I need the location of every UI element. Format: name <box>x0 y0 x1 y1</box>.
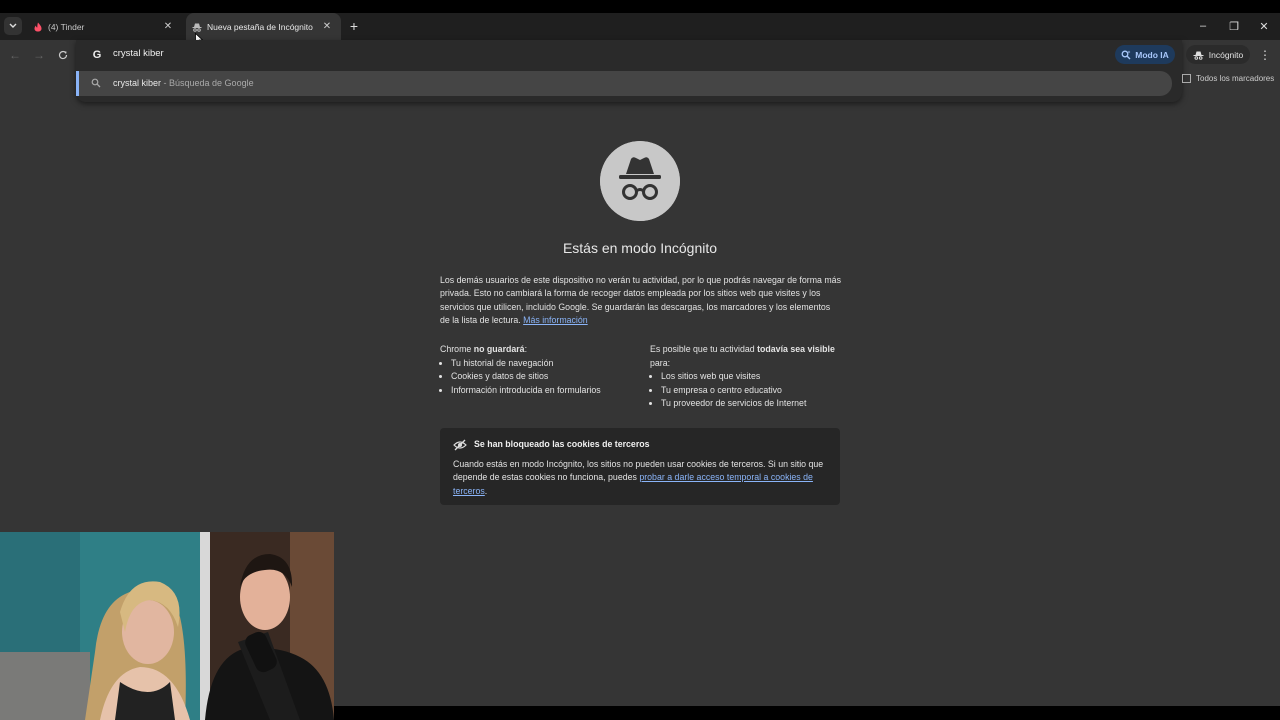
heading-suffix: para: <box>650 357 671 368</box>
tab-incognito[interactable]: Nueva pestaña de Incógnito ✕ <box>186 13 341 40</box>
new-tab-button[interactable]: + <box>346 18 362 34</box>
not-saved-heading: Chrome no guardará: <box>440 343 640 357</box>
incognito-label: Incógnito <box>1208 49 1244 60</box>
incognito-profile-button[interactable]: Incógnito <box>1186 45 1250 64</box>
list-item: Los sitios web que visites <box>661 370 850 384</box>
tab-strip: (4) Tinder ✕ Nueva pestaña de Incógnito … <box>0 13 1280 40</box>
not-saved-list: Tu historial de navegación Cookies y dat… <box>440 357 640 398</box>
cookie-end: . <box>484 485 488 496</box>
list-item: Cookies y datos de sitios <box>451 370 640 384</box>
tab-title: (4) Tinder <box>48 21 85 32</box>
webcam-overlay <box>0 532 334 720</box>
all-bookmarks-label: Todos los marcadores <box>1196 74 1275 83</box>
tab-tinder[interactable]: (4) Tinder ✕ <box>27 13 182 40</box>
incognito-icon <box>192 22 202 32</box>
back-button[interactable]: ← <box>7 47 23 63</box>
cookie-card-title: Se han bloqueado las cookies de terceros <box>474 439 650 449</box>
suggestion-query: crystal kiber <box>113 78 162 88</box>
suggestion-suffix: - Búsqueda de Google <box>161 78 254 88</box>
minimize-button[interactable]: – <box>1193 18 1213 34</box>
heading-emph: todavía sea visible <box>757 344 835 354</box>
eye-off-icon <box>453 439 467 451</box>
search-icon <box>91 78 101 88</box>
third-party-cookies-card: Se han bloqueado las cookies de terceros… <box>440 428 840 505</box>
still-visible-heading: Es posible que tu actividad todavía sea … <box>650 343 850 370</box>
incognito-icon <box>1193 51 1204 60</box>
reload-icon <box>58 50 68 60</box>
list-item: Información introducida en formularios <box>451 384 640 398</box>
webcam-picture <box>0 532 334 720</box>
not-saved-section: Chrome no guardará: Tu historial de nave… <box>440 343 640 397</box>
heading-suffix: : <box>524 344 528 354</box>
folder-icon <box>1182 74 1191 83</box>
cookie-card-text: Cuando estás en modo Incógnito, los siti… <box>453 458 828 498</box>
tinder-flame-icon <box>33 22 43 32</box>
page-title: Estás en modo Incógnito <box>562 240 718 256</box>
close-window-button[interactable]: ✕ <box>1254 18 1274 34</box>
more-info-link[interactable]: Más información <box>523 315 588 325</box>
list-item: Tu empresa o centro educativo <box>661 384 850 398</box>
restore-button[interactable]: ❐ <box>1224 18 1244 34</box>
bottom-black-bar <box>334 706 1280 720</box>
selection-indicator <box>76 71 79 96</box>
omnibox[interactable]: G <box>76 40 1182 70</box>
search-suggestion[interactable]: crystal kiber - Búsqueda de Google <box>76 71 1172 96</box>
chevron-down-icon <box>9 23 17 28</box>
heading-emph: no guardará <box>473 344 525 354</box>
incognito-intro: Los demás usuarios de este dispositivo n… <box>440 274 842 327</box>
suggestion-text: crystal kiber - Búsqueda de Google <box>113 78 254 88</box>
menu-kebab-icon[interactable]: ⋮ <box>1258 47 1272 63</box>
still-visible-list: Los sitios web que visites Tu empresa o … <box>650 370 850 411</box>
heading-prefix: Chrome <box>440 344 474 354</box>
heading-prefix: Es posible que tu actividad <box>650 344 758 354</box>
still-visible-section: Es posible que tu actividad todavía sea … <box>650 343 850 411</box>
forward-button[interactable]: → <box>31 47 47 63</box>
ai-search-icon <box>1121 50 1131 59</box>
tab-close-icon[interactable]: ✕ <box>321 20 333 32</box>
list-item: Tu proveedor de servicios de Internet <box>661 397 850 411</box>
list-item: Tu historial de navegación <box>451 357 640 371</box>
incognito-logo-icon <box>600 141 680 221</box>
google-g-icon: G <box>92 49 102 61</box>
modo-ia-label: Modo IA <box>1135 49 1169 60</box>
all-bookmarks-button[interactable]: Todos los marcadores <box>1182 74 1274 83</box>
modo-ia-button[interactable]: Modo IA <box>1115 45 1175 64</box>
tab-close-icon[interactable]: ✕ <box>162 20 174 32</box>
omnibox-input[interactable] <box>113 48 513 59</box>
intro-text: Los demás usuarios de este dispositivo n… <box>440 275 841 325</box>
tab-search-button[interactable] <box>4 17 22 35</box>
omnibox-dropdown: G crystal kiber - Búsqueda de Google <box>76 40 1182 102</box>
reload-button[interactable] <box>55 47 71 63</box>
top-black-bar <box>0 0 1280 13</box>
tab-title: Nueva pestaña de Incógnito <box>207 21 313 32</box>
